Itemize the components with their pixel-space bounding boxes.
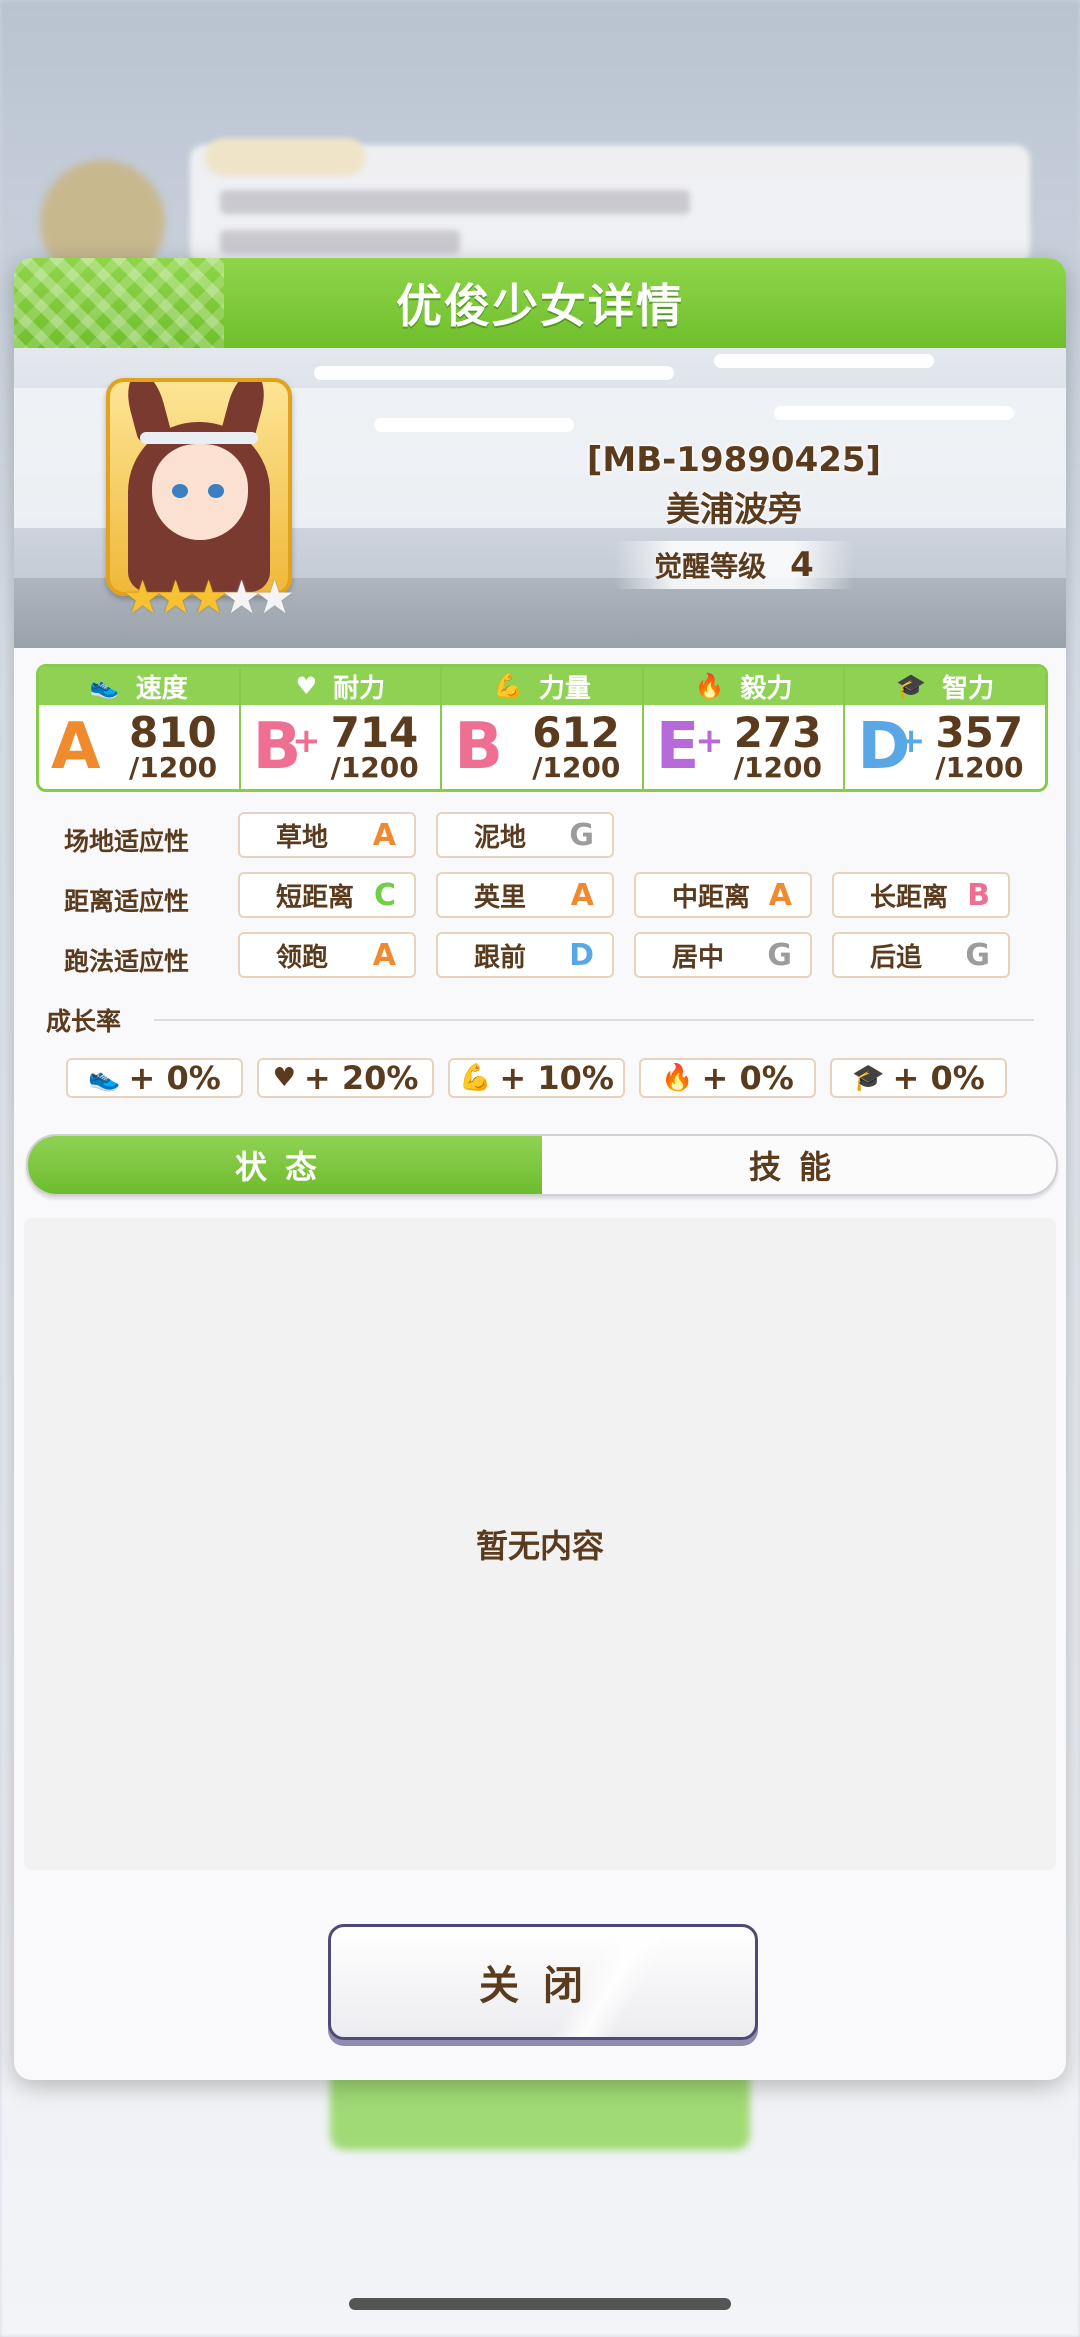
shoe-icon: 👟 bbox=[89, 672, 120, 700]
tab-status[interactable]: 状态 bbox=[28, 1136, 542, 1194]
stats-panel: 👟 速度 A 810/1200 ♥ 耐力 B +714/1200 💪 力量 B 612/12… bbox=[36, 664, 1048, 792]
dialog-header: 优俊少女详情 bbox=[14, 258, 1066, 348]
ceiling-light bbox=[314, 366, 674, 380]
dialog-title: 优俊少女详情 bbox=[396, 279, 684, 333]
growth-speed: 👟 + 0% bbox=[66, 1058, 243, 1098]
stat-label: 毅力 bbox=[740, 673, 793, 704]
aptitude-end: 后追 G bbox=[832, 932, 1010, 978]
background-text-line bbox=[220, 190, 690, 214]
stat-wisdom: 🎓 智力 D +357/1200 bbox=[845, 667, 1045, 789]
muscle-icon: 💪 bbox=[459, 1063, 492, 1093]
aptitude-label: 跑法适应性 bbox=[64, 947, 190, 976]
stat-value: 612 bbox=[532, 708, 620, 757]
stat-value: 714 bbox=[330, 708, 419, 757]
stat-label: 速度 bbox=[135, 673, 188, 704]
awakening-level: 觉醒等级 4 bbox=[614, 541, 854, 589]
muscle-icon: 💪 bbox=[493, 672, 523, 700]
stat-label: 力量 bbox=[538, 673, 591, 704]
star-icon: ★ bbox=[155, 570, 197, 624]
awakening-label: 觉醒等级 bbox=[654, 550, 767, 583]
graduation-cap-icon: 🎓 bbox=[896, 672, 927, 700]
ceiling-light bbox=[374, 418, 574, 432]
growth-guts: 🔥 + 0% bbox=[639, 1058, 816, 1098]
character-detail-dialog: 优俊少女详情 ★ ★ ★ ★ ★ [MB-19890425] 美浦波旁 觉醒等级 bbox=[14, 258, 1066, 2080]
stat-stamina: ♥ 耐力 B +714/1200 bbox=[240, 667, 443, 789]
stat-max: /1200 bbox=[330, 751, 419, 784]
stat-power: 💪 力量 B 612/1200 bbox=[442, 667, 644, 789]
aptitude-medium: 中距离 A bbox=[634, 872, 812, 918]
flame-icon: 🔥 bbox=[694, 672, 725, 700]
aptitude-dirt: 泥地 G bbox=[436, 812, 614, 858]
aptitude-long: 长距离 B bbox=[832, 872, 1010, 918]
background-text-line bbox=[220, 230, 460, 254]
stat-grade: B + bbox=[252, 710, 321, 784]
stat-max: /1200 bbox=[532, 751, 621, 784]
aptitude-label: 场地适应性 bbox=[64, 827, 190, 856]
growth-rate-list: 👟 + 0% ♥ + 20% 💪 + 10% 🔥 + 0% 🎓 + 0% bbox=[66, 1058, 1018, 1098]
character-name: 美浦波旁 bbox=[666, 490, 802, 530]
stat-guts: 🔥 毅力 E +273/1200 bbox=[643, 667, 846, 789]
track-aptitude-row: 场地适应性 草地 A 泥地 G bbox=[14, 812, 1066, 862]
aptitude-mile: 英里 A bbox=[436, 872, 614, 918]
star-icon: ★ bbox=[122, 570, 164, 624]
detail-tabs: 状态 技能 bbox=[26, 1134, 1058, 1196]
growth-power: 💪 + 10% bbox=[448, 1058, 625, 1098]
close-button[interactable]: 关闭 bbox=[328, 1924, 758, 2040]
aptitude-short: 短距离 C bbox=[238, 872, 416, 918]
star-rating: ★ ★ ★ ★ ★ bbox=[122, 570, 296, 624]
style-aptitude-row: 跑法适应性 领跑 A 跟前 D 居中 G 后追 G bbox=[14, 932, 1066, 982]
growth-wisdom: 🎓 + 0% bbox=[830, 1058, 1007, 1098]
awakening-value: 4 bbox=[790, 545, 814, 585]
ceiling-light bbox=[714, 354, 934, 368]
stat-label: 耐力 bbox=[333, 673, 386, 704]
stat-grade: A bbox=[51, 710, 101, 784]
star-icon: ★ bbox=[221, 570, 263, 624]
aptitude-turf: 草地 A bbox=[238, 812, 416, 858]
stat-speed: 👟 速度 A 810/1200 bbox=[39, 667, 241, 789]
stat-value: 273 bbox=[733, 708, 822, 757]
aptitude-front: 领跑 A bbox=[238, 932, 416, 978]
character-info: [MB-19890425] 美浦波旁 觉醒等级 4 bbox=[554, 440, 914, 589]
flame-icon: 🔥 bbox=[661, 1063, 694, 1093]
stat-grade: E + bbox=[655, 710, 724, 784]
distance-aptitude-row: 距离适应性 短距离 C 英里 A 中距离 A 长距离 B bbox=[14, 872, 1066, 922]
shoe-icon: 👟 bbox=[88, 1063, 121, 1093]
stat-label: 智力 bbox=[942, 673, 995, 704]
growth-stamina: ♥ + 20% bbox=[257, 1058, 434, 1098]
star-icon: ★ bbox=[254, 570, 296, 624]
divider bbox=[154, 1019, 1034, 1021]
heart-icon: ♥ bbox=[272, 1063, 296, 1093]
background-name-tag bbox=[205, 138, 365, 176]
stat-value: 810 bbox=[129, 708, 217, 757]
growth-rate-label: 成长率 bbox=[46, 1007, 122, 1036]
graduation-cap-icon: 🎓 bbox=[852, 1063, 885, 1093]
star-icon: ★ bbox=[188, 570, 230, 624]
aptitude-pace: 跟前 D bbox=[436, 932, 614, 978]
close-button-label: 关闭 bbox=[479, 1963, 607, 2009]
character-portrait bbox=[106, 378, 292, 596]
ceiling-light bbox=[774, 406, 1014, 420]
stat-max: /1200 bbox=[733, 751, 822, 784]
tab-skills[interactable]: 技能 bbox=[542, 1136, 1056, 1194]
tab-content-panel: 暂无内容 bbox=[24, 1218, 1056, 1870]
empty-message: 暂无内容 bbox=[475, 1527, 604, 1565]
stat-value: 357 bbox=[935, 708, 1024, 757]
aptitude-label: 距离适应性 bbox=[64, 887, 190, 916]
stat-max: /1200 bbox=[935, 751, 1024, 784]
header-pattern bbox=[14, 258, 224, 348]
character-code: [MB-19890425] bbox=[586, 440, 882, 480]
home-indicator[interactable] bbox=[349, 2298, 731, 2310]
character-banner: ★ ★ ★ ★ ★ [MB-19890425] 美浦波旁 觉醒等级 4 bbox=[14, 348, 1066, 648]
stat-grade: D + bbox=[857, 710, 926, 784]
stat-grade: B bbox=[454, 710, 503, 784]
heart-icon: ♥ bbox=[295, 672, 318, 700]
stat-max: /1200 bbox=[129, 751, 218, 784]
aptitude-late: 居中 G bbox=[634, 932, 812, 978]
